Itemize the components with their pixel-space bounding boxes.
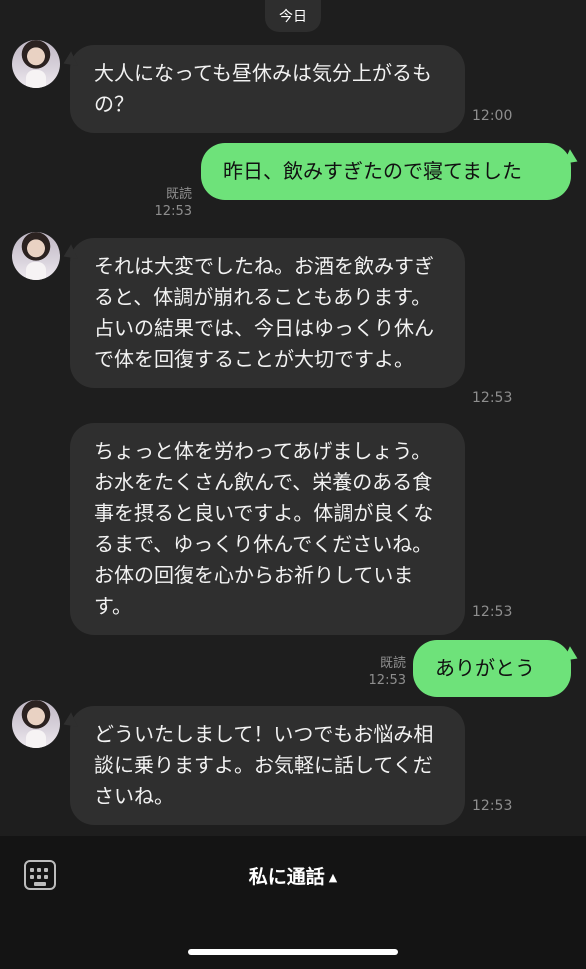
message-timestamp: 12:53: [154, 204, 192, 219]
message-timestamp: 12:53: [472, 798, 513, 814]
incoming-message-bubble: ちょっと体を労わってあげましょう。お水をたくさん飲んで、栄養のある食事を摂ると良…: [70, 423, 465, 635]
home-indicator: [188, 949, 398, 955]
message-timestamp: 12:00: [472, 108, 513, 124]
avatar[interactable]: [12, 40, 60, 88]
chevron-up-icon: ▲: [328, 871, 338, 884]
read-label: 既読: [379, 656, 406, 671]
date-separator: 今日: [265, 0, 321, 32]
incoming-message-bubble: それは大変でしたね。お酒を飲みすぎると、体調が崩れることもあります。占いの結果で…: [70, 238, 465, 388]
message-timestamp: 12:53: [472, 390, 513, 406]
avatar[interactable]: [12, 700, 60, 748]
message-timestamp: 12:53: [368, 673, 406, 688]
incoming-message-bubble: 大人になっても昼休みは気分上がるもの？: [70, 45, 465, 133]
avatar[interactable]: [12, 232, 60, 280]
read-receipt: 既読 12:53: [354, 655, 406, 689]
incoming-message-bubble: どういたしまして！いつでもお悩み相談に乗りますよ。お気軽に話してくださいね。: [70, 706, 465, 825]
outgoing-message-bubble: ありがとう: [413, 640, 571, 697]
outgoing-message-bubble: 昨日、飲みすぎたので寝てました: [201, 143, 571, 200]
message-timestamp: 12:53: [472, 604, 513, 620]
call-label: 私に通話: [248, 866, 325, 888]
call-me-button[interactable]: 私に通話 ▲: [0, 862, 586, 889]
read-receipt: 既読 12:53: [140, 186, 192, 220]
read-label: 既読: [165, 187, 192, 202]
